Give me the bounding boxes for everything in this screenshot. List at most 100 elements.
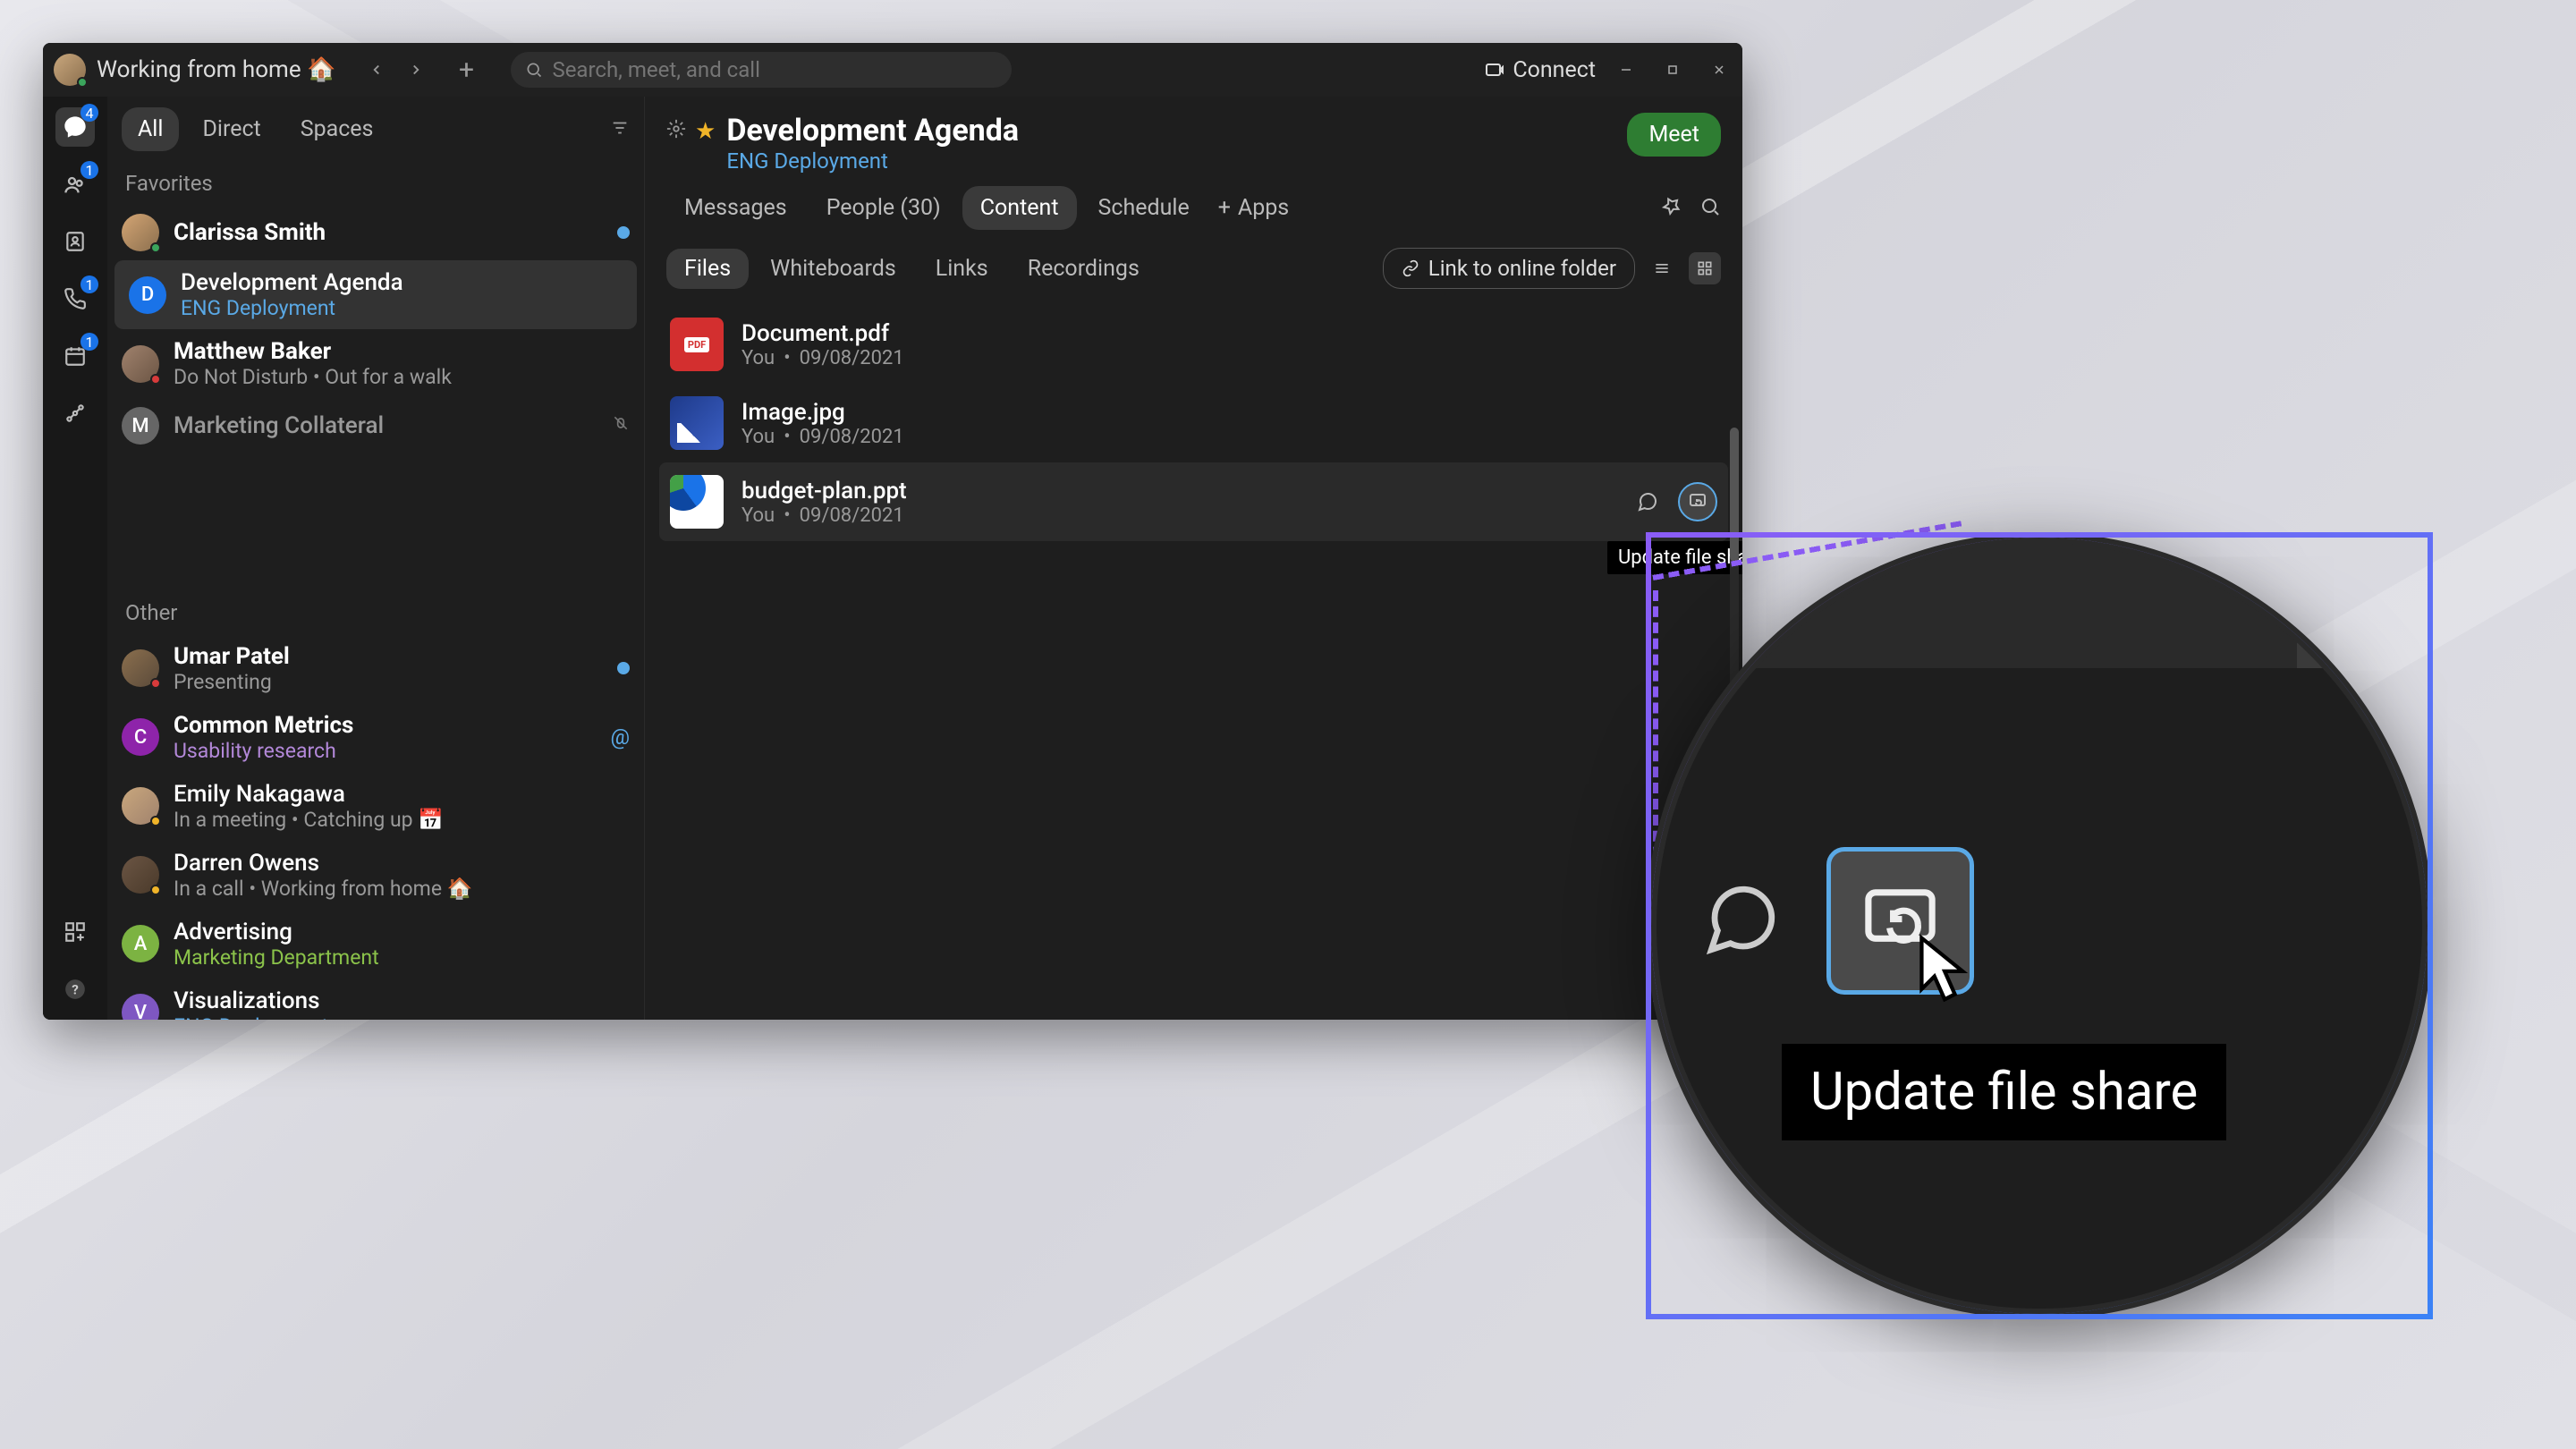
subtab-files[interactable]: Files [666, 249, 749, 289]
space-name: Matthew Baker [174, 338, 630, 365]
space-name: Development Agenda [181, 269, 623, 296]
tab-all[interactable]: All [122, 107, 179, 151]
meet-button[interactable]: Meet [1627, 113, 1721, 157]
rail-contacts[interactable] [55, 222, 95, 261]
contacts-icon [64, 230, 87, 253]
avatar [122, 856, 159, 894]
view-list-button[interactable] [1646, 252, 1678, 284]
avatar [122, 787, 159, 825]
space-team: Marketing Department [174, 945, 630, 970]
link-icon [1402, 259, 1419, 277]
rail-more[interactable] [55, 394, 95, 433]
tab-direct[interactable]: Direct [186, 107, 276, 151]
user-avatar[interactable] [54, 54, 86, 86]
close-button[interactable] [1707, 57, 1732, 82]
cursor-icon [1916, 933, 1979, 1008]
apps-icon [64, 920, 87, 944]
titlebar: Working from home 🏠 + Connect [43, 43, 1742, 97]
add-apps-button[interactable]: +Apps [1218, 195, 1289, 221]
file-name: Image.jpg [741, 399, 1717, 426]
avatar [122, 345, 159, 383]
tab-content[interactable]: Content [962, 186, 1077, 230]
tab-schedule[interactable]: Schedule [1080, 186, 1208, 230]
new-button[interactable]: + [450, 54, 482, 86]
avatar: V [122, 994, 159, 1020]
search-bar[interactable] [511, 52, 1012, 88]
file-row-hovered[interactable]: budget-plan.ppt You•09/08/2021 [659, 462, 1728, 541]
space-status: Do Not Disturb • Out for a walk [174, 365, 630, 389]
pin-button[interactable] [1660, 196, 1682, 221]
space-item[interactable]: Darren OwensIn a call • Working from hom… [107, 841, 644, 910]
content-pane: ★ Development Agenda ENG Deployment Meet… [644, 97, 1742, 1020]
space-name: Advertising [174, 919, 630, 945]
unread-indicator [617, 662, 630, 674]
search-input[interactable] [552, 57, 997, 82]
subtab-links[interactable]: Links [918, 249, 1006, 289]
rail-calls[interactable]: 1 [55, 279, 95, 318]
tab-people[interactable]: People (30) [809, 186, 959, 230]
space-title: Development Agenda [726, 113, 1616, 148]
space-item[interactable]: A AdvertisingMarketing Department [107, 910, 644, 979]
avatar [122, 649, 159, 687]
favorite-icon[interactable]: ★ [695, 118, 716, 145]
view-grid-button[interactable] [1689, 252, 1721, 284]
nav-back-button[interactable] [360, 54, 393, 86]
rail-teams[interactable]: 1 [55, 165, 95, 204]
link-folder-button[interactable]: Link to online folder [1383, 248, 1635, 289]
user-status[interactable]: Working from home 🏠 [97, 56, 335, 83]
nav-forward-button[interactable] [400, 54, 432, 86]
space-team: ENG Deployment [174, 1014, 630, 1021]
space-name: Clarissa Smith [174, 219, 603, 246]
maximize-button[interactable] [1660, 57, 1685, 82]
file-row[interactable]: Image.jpg You•09/08/2021 [659, 384, 1728, 462]
file-update-share-button[interactable] [1678, 482, 1717, 521]
file-thumbnail-pdf [670, 318, 724, 371]
tab-spaces[interactable]: Spaces [284, 107, 390, 151]
space-item[interactable]: V VisualizationsENG Deployment [107, 979, 644, 1021]
space-item[interactable]: Emily NakagawaIn a meeting • Catching up… [107, 772, 644, 841]
space-status: In a call • Working from home 🏠 [174, 877, 630, 901]
rail-apps[interactable] [55, 912, 95, 952]
space-item[interactable]: Matthew BakerDo Not Disturb • Out for a … [107, 329, 644, 398]
space-item[interactable]: M Marketing Collateral [107, 398, 644, 453]
rail-help[interactable]: ? [55, 970, 95, 1009]
zoom-tooltip: Update file share [1782, 1044, 2226, 1140]
file-thumbnail-ppt [670, 475, 724, 529]
minimize-button[interactable] [1614, 57, 1639, 82]
file-name: Document.pdf [741, 320, 1717, 347]
mention-icon: @ [610, 724, 630, 750]
content-header: ★ Development Agenda ENG Deployment Meet [645, 97, 1742, 174]
scrollbar-thumb[interactable] [1730, 428, 1739, 562]
space-item[interactable]: C Common MetricsUsability research @ [107, 703, 644, 772]
subtab-recordings[interactable]: Recordings [1010, 249, 1157, 289]
space-item[interactable]: Clarissa Smith [107, 205, 644, 260]
file-row[interactable]: Document.pdf You•09/08/2021 [659, 305, 1728, 384]
tooltip-update-share: Update file share [1607, 541, 1742, 574]
filter-button[interactable] [610, 118, 630, 141]
file-thumbnail-image [670, 396, 724, 450]
favorites-header: Favorites [107, 162, 644, 205]
file-message-button[interactable] [1628, 482, 1667, 521]
space-team-link[interactable]: ENG Deployment [726, 148, 1616, 174]
files-list: Document.pdf You•09/08/2021 Image.jpg Yo… [645, 298, 1742, 1020]
calls-badge: 1 [80, 275, 98, 293]
avatar: M [122, 407, 159, 445]
tab-messages[interactable]: Messages [666, 186, 805, 230]
zoom-callout: Update file share [1646, 532, 2433, 1319]
search-in-space-button[interactable] [1699, 196, 1721, 221]
avatar: C [122, 718, 159, 756]
favorites-list: Clarissa Smith D Development AgendaENG D… [107, 205, 644, 591]
space-item-selected[interactable]: D Development AgendaENG Deployment [114, 260, 637, 329]
connect-button[interactable]: Connect [1484, 57, 1596, 83]
rail-messaging[interactable]: 4 [55, 107, 95, 147]
space-settings-button[interactable] [666, 119, 686, 144]
svg-text:?: ? [72, 981, 79, 997]
presence-meeting-icon [150, 816, 161, 826]
rail-meetings[interactable]: 1 [55, 336, 95, 376]
calendar-badge: 1 [80, 333, 98, 351]
subtab-whiteboards[interactable]: Whiteboards [752, 249, 914, 289]
space-item[interactable]: Umar PatelPresenting [107, 634, 644, 703]
space-name: Emily Nakagawa [174, 781, 630, 808]
app-window: Working from home 🏠 + Connect [43, 43, 1742, 1020]
avatar [122, 214, 159, 251]
